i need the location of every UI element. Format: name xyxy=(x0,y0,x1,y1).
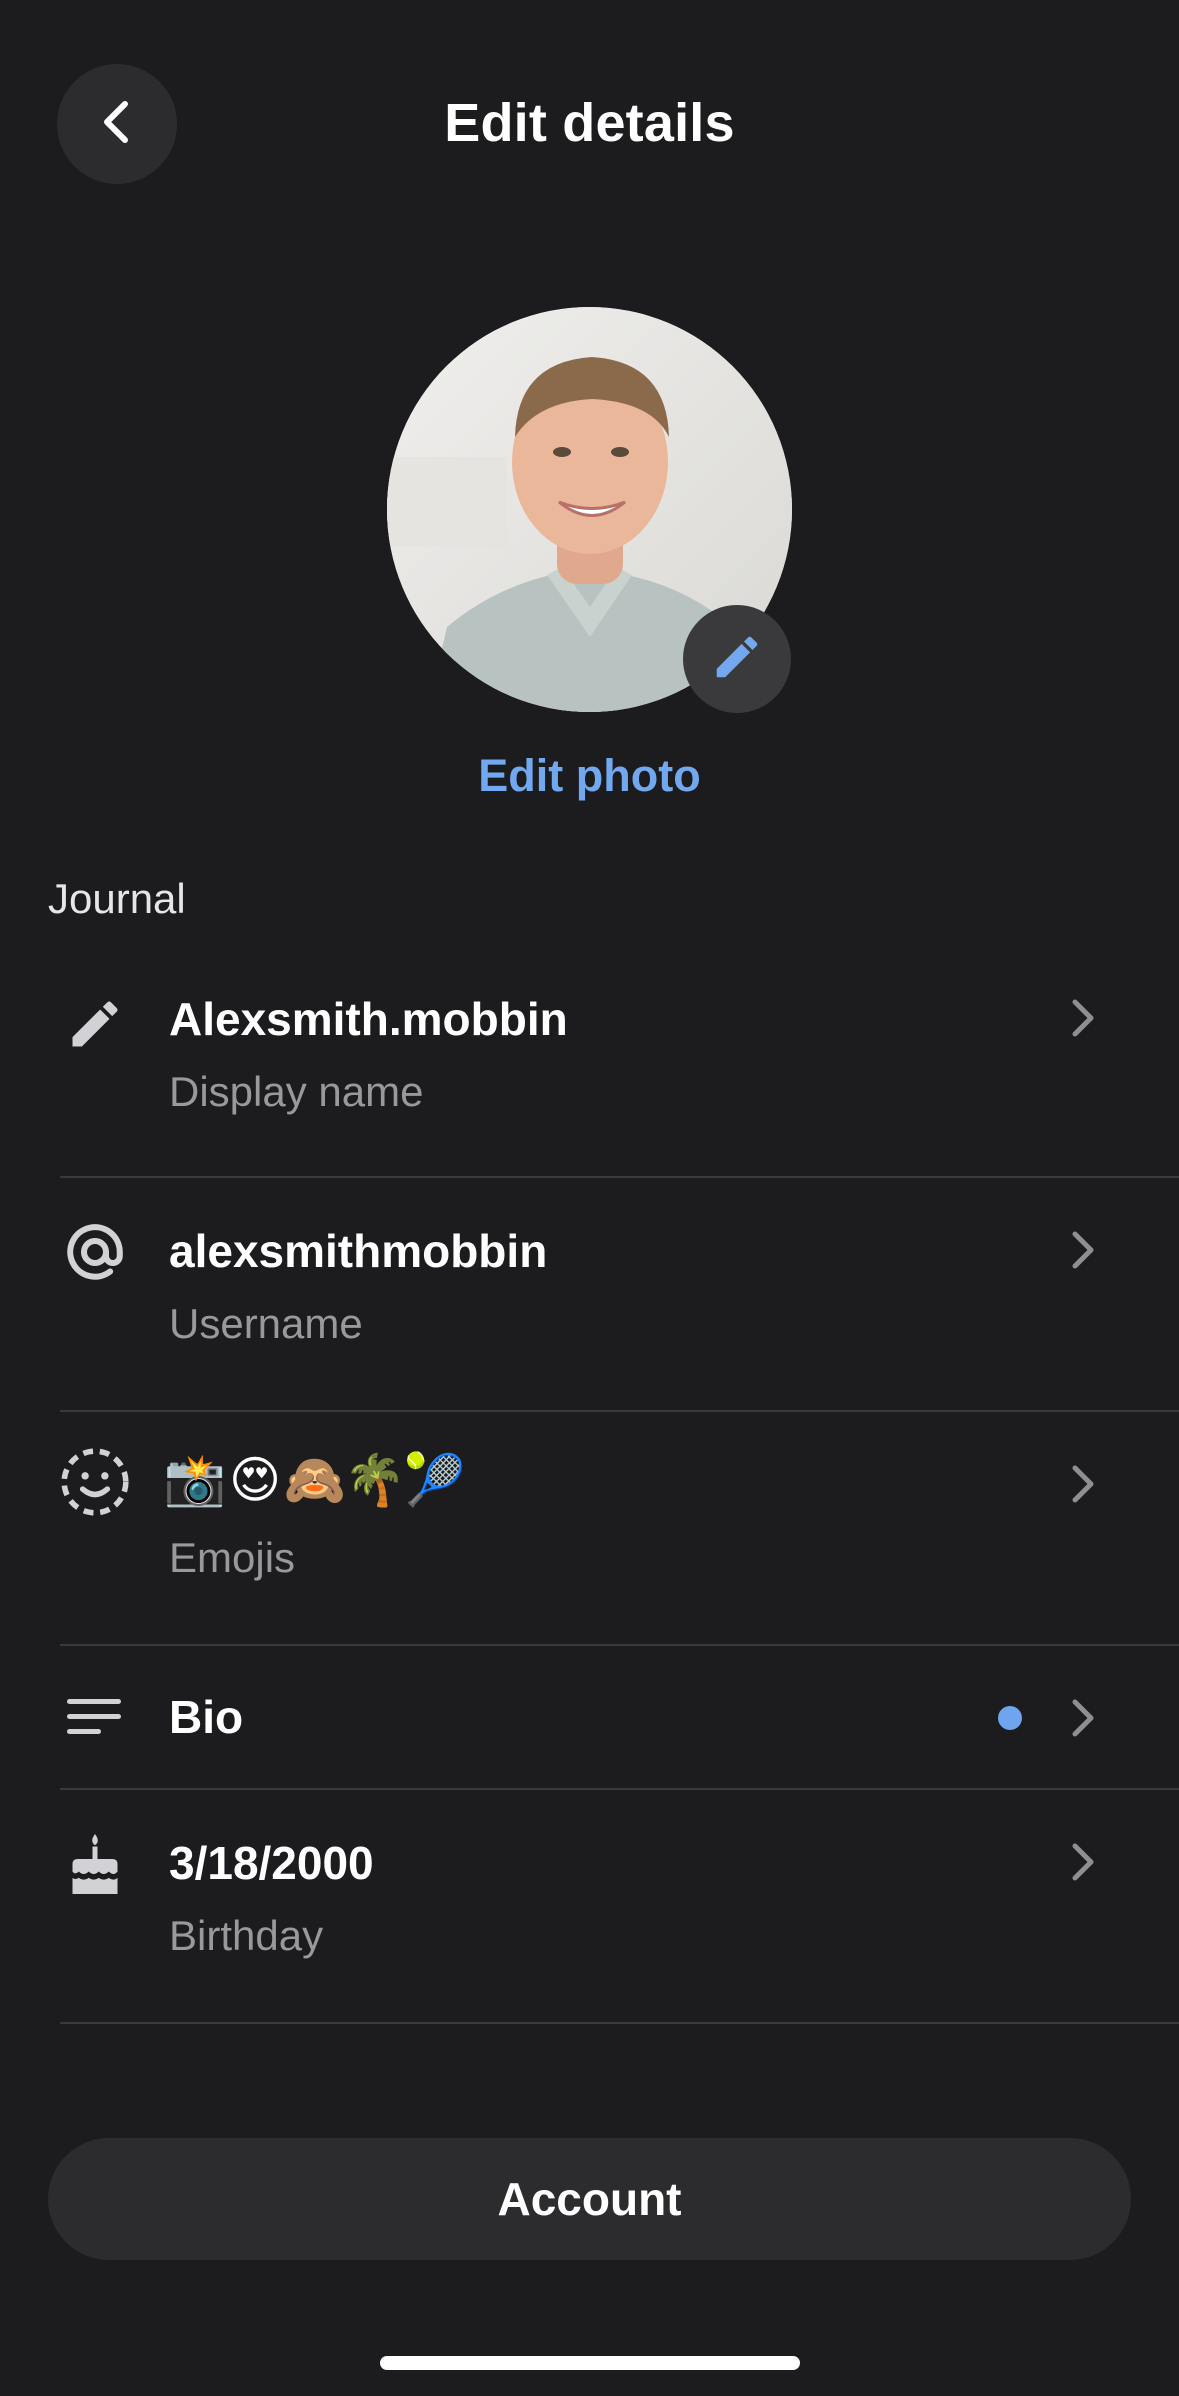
birthday-row[interactable]: 3/18/2000 Birthday xyxy=(0,1790,1179,2022)
page-title: Edit details xyxy=(444,93,735,153)
username-value: alexsmithmobbin xyxy=(169,1225,548,1277)
see-no-evil-monkey-emoji: 🙈 xyxy=(283,1450,347,1509)
at-sign-icon xyxy=(57,1214,133,1290)
birthday-label: Birthday xyxy=(169,1912,324,1959)
emojis-label: Emojis xyxy=(169,1534,296,1581)
chevron-right-icon xyxy=(1066,1462,1100,1506)
birthday-value: 3/18/2000 xyxy=(169,1837,374,1889)
display-name-label: Display name xyxy=(169,1068,424,1115)
bio-title: Bio xyxy=(169,1691,244,1743)
emoji-list: 📸 😍 🙈 🌴 🎾 xyxy=(163,1450,467,1510)
unread-dot xyxy=(998,1706,1022,1730)
username-label: Username xyxy=(169,1300,363,1347)
chevron-right-icon xyxy=(1066,1840,1100,1884)
section-label-journal: Journal xyxy=(48,875,186,922)
divider xyxy=(60,2022,1179,2024)
bio-row[interactable]: Bio xyxy=(0,1646,1179,1788)
edit-photo-badge[interactable] xyxy=(683,605,791,713)
account-button[interactable]: Account xyxy=(48,2138,1131,2260)
display-name-value: Alexsmith.mobbin xyxy=(169,993,568,1045)
chevron-right-icon xyxy=(1066,1696,1100,1740)
cake-icon xyxy=(57,1826,133,1902)
pencil-icon xyxy=(57,986,133,1062)
edit-photo-link[interactable]: Edit photo xyxy=(0,750,1179,802)
display-name-row[interactable]: Alexsmith.mobbin Display name xyxy=(0,960,1179,1176)
chevron-right-icon xyxy=(1066,1228,1100,1272)
pencil-icon xyxy=(710,630,764,689)
heart-eyes-emoji: 😍 xyxy=(228,1451,282,1509)
chevron-right-icon xyxy=(1066,996,1100,1040)
camera-flash-emoji: 📸 xyxy=(163,1450,227,1509)
tennis-ball-emoji: 🎾 xyxy=(403,1450,467,1509)
smiley-dashed-icon xyxy=(57,1444,133,1520)
palm-tree-emoji: 🌴 xyxy=(343,1450,407,1509)
emojis-row[interactable]: 📸 😍 🙈 🌴 🎾 Emojis xyxy=(0,1412,1179,1644)
home-indicator[interactable] xyxy=(380,2356,800,2370)
text-lines-icon xyxy=(57,1679,133,1755)
username-row[interactable]: alexsmithmobbin Username xyxy=(0,1178,1179,1410)
